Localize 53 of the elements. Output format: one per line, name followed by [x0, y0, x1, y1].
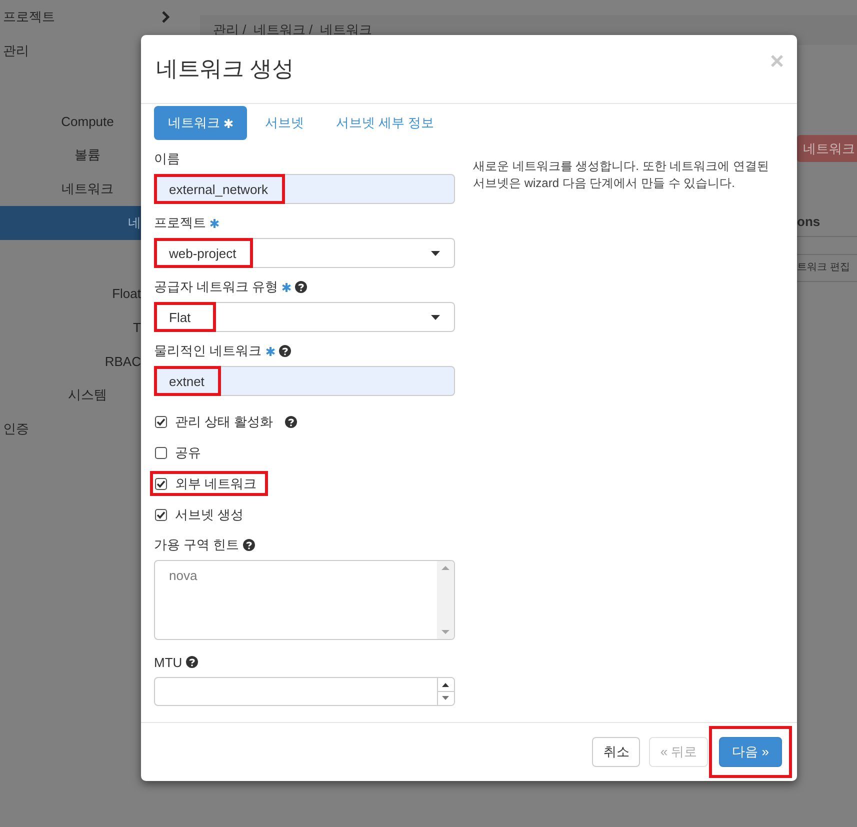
sidebar-item[interactable]: 인증 [3, 420, 29, 438]
tab[interactable]: 서브넷 [251, 106, 318, 140]
column-header: ons [797, 214, 822, 231]
description-text: 새로운 네트워크를 생성합니다. 또한 네트워크에 연결된 서브넷은 wizard 다음 단계에서 만들 수 있습니다. [473, 158, 770, 192]
sidebar-item[interactable]: Float [112, 286, 141, 300]
sidebar-item[interactable]: 프로젝트 [3, 8, 55, 26]
caret-down-icon [431, 250, 440, 256]
select-field[interactable]: Flat [154, 302, 455, 332]
required-icon [224, 118, 233, 128]
create-network-button[interactable]: 네트워크 [797, 135, 857, 162]
field-label: 이름 [154, 150, 180, 168]
sidebar-item[interactable]: 네트워크 [62, 180, 114, 198]
sidebar-item[interactable]: 볼륨 [74, 146, 100, 164]
caret-down-icon [431, 314, 440, 320]
sidebar-item[interactable]: T [133, 320, 141, 334]
checkbox-label[interactable]: 공유 [175, 444, 201, 462]
help-icon [243, 539, 256, 551]
help-icon [285, 416, 298, 428]
sidebar-item[interactable]: 시스템 [68, 386, 107, 404]
input-field[interactable]: extnet [154, 366, 455, 396]
cancel-button[interactable]: 취소 [592, 737, 640, 767]
dialog-title: 네트워크 생성 [156, 55, 294, 83]
field-label: 공급자 네트워크 유형 [154, 278, 278, 296]
help-icon [278, 345, 291, 357]
chevron-right-icon [162, 11, 170, 23]
sidebar-item[interactable]: Compute [61, 114, 114, 128]
required-icon [210, 218, 219, 228]
required-icon [266, 346, 275, 356]
sidebar-item[interactable]: 관리 [3, 42, 29, 60]
field-label: MTU [154, 654, 182, 670]
field-label: 가용 구역 힌트 [154, 536, 240, 554]
field-value: extnet [154, 366, 222, 396]
list-box[interactable]: nova [154, 560, 455, 640]
number-field[interactable] [154, 677, 455, 706]
select-field[interactable]: web-project [154, 238, 455, 268]
checkbox-label[interactable]: 서브넷 생성 [175, 506, 244, 524]
checkbox-label[interactable]: 관리 상태 활성화 [175, 412, 274, 430]
required-icon [282, 282, 292, 292]
tab[interactable]: 서브넷 세부 정보 [322, 106, 448, 140]
field-value: web-project [154, 238, 254, 268]
input-field[interactable]: external_network [154, 174, 455, 204]
field-value: Flat [154, 302, 216, 332]
sidebar-item[interactable]: RBAC [104, 354, 141, 368]
edit-network-button[interactable]: 트워크 편집 [797, 255, 857, 281]
list-option[interactable]: nova [155, 561, 212, 590]
checkbox-label[interactable]: 외부 네트워크 [175, 474, 257, 492]
tab[interactable]: 네트워크 [154, 106, 247, 140]
next-button[interactable]: 다음 » [719, 737, 782, 767]
help-icon [295, 281, 308, 293]
field-value: external_network [154, 174, 285, 204]
field-label: 물리적인 네트워크 [154, 342, 262, 360]
spin-buttons [437, 678, 454, 705]
help-icon [186, 656, 198, 668]
